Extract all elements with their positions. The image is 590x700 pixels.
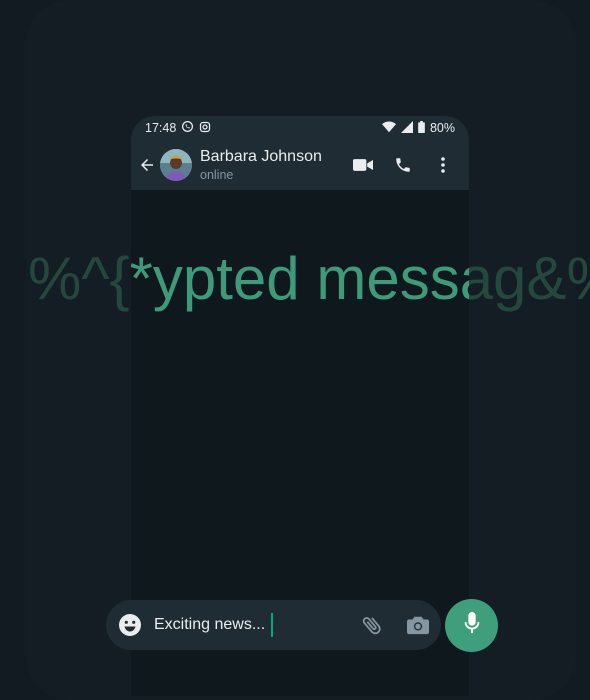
emoji-icon[interactable] bbox=[106, 600, 154, 650]
avatar[interactable] bbox=[160, 149, 192, 181]
encrypted-overlay-text-inner: %^{*ypted messag&%^ bbox=[131, 245, 469, 312]
encrypted-overlay-foreground: %^{*ypted messag&%^ bbox=[131, 244, 469, 324]
mic-button[interactable] bbox=[445, 599, 498, 652]
contact-presence: online bbox=[200, 168, 234, 182]
message-text: Exciting news... bbox=[154, 616, 266, 633]
whatsapp-icon bbox=[181, 120, 194, 136]
battery-percent: 80% bbox=[429, 121, 455, 135]
mic-icon bbox=[464, 612, 480, 639]
status-time: 17:48 bbox=[145, 121, 177, 135]
video-call-icon[interactable] bbox=[343, 145, 383, 185]
back-arrow-icon[interactable] bbox=[136, 154, 158, 176]
text-caret bbox=[271, 613, 274, 637]
more-vert-icon[interactable] bbox=[423, 145, 463, 185]
contact-name: Barbara Johnson bbox=[200, 148, 322, 165]
phone-icon[interactable] bbox=[383, 145, 423, 185]
message-composer: Exciting news... bbox=[106, 600, 441, 650]
camera-icon[interactable] bbox=[395, 600, 441, 650]
wifi-icon bbox=[381, 120, 396, 136]
contact-info[interactable]: Barbara Johnson online bbox=[200, 148, 343, 182]
battery-icon bbox=[418, 120, 425, 136]
attach-icon[interactable] bbox=[349, 600, 395, 650]
status-bar: 17:48 80% bbox=[131, 116, 469, 140]
message-input[interactable]: Exciting news... bbox=[154, 610, 349, 640]
instagram-icon bbox=[199, 121, 211, 136]
chat-header: Barbara Johnson online bbox=[131, 140, 469, 190]
signal-icon bbox=[400, 120, 413, 136]
